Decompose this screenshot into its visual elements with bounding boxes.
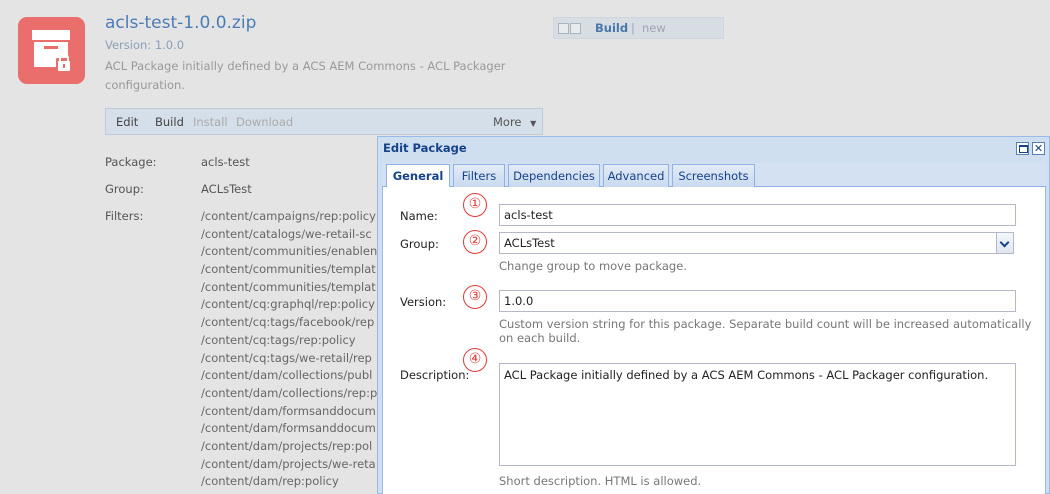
tab-advanced[interactable]: Advanced	[603, 164, 669, 187]
version-help: Custom version string for this package. …	[499, 317, 1032, 331]
tab-general[interactable]: General	[386, 164, 450, 188]
download-button[interactable]: Download	[236, 115, 293, 129]
package-label: Package:	[105, 155, 157, 169]
tab-screenshots[interactable]: Screenshots	[672, 164, 755, 187]
edit-button[interactable]: Edit	[116, 115, 138, 129]
group-value: ACLsTest	[201, 182, 252, 196]
filter-item: /content/dam/rep:policy	[201, 474, 339, 489]
name-label: Name:	[400, 209, 438, 223]
package-icon	[18, 17, 85, 84]
group-combo[interactable]	[499, 232, 997, 254]
status-square-icon	[558, 23, 569, 34]
edit-package-dialog: Edit Package ✕ General Filters Dependenc…	[377, 136, 1050, 494]
description-help: Short description. HTML is allowed.	[499, 474, 702, 488]
description-textarea[interactable]: ACL Package initially defined by a ACS A…	[499, 363, 1016, 466]
dialog-title: Edit Package	[383, 141, 467, 155]
version-label: Version:	[400, 295, 447, 309]
filter-item: /content/cq:tags/we-retail/rep	[201, 350, 372, 365]
tab-filters[interactable]: Filters	[453, 164, 505, 187]
filter-item: /content/communities/templat	[201, 279, 376, 294]
annotation-marker-1: ①	[463, 193, 487, 217]
version-help-line2: on each build.	[499, 331, 581, 345]
filter-item: /content/dam/projects/we-reta	[201, 456, 376, 471]
filter-item: /content/cq:tags/rep:policy	[201, 332, 356, 347]
group-label: Group:	[400, 237, 439, 251]
status-state: new	[642, 21, 666, 35]
status-build-label: Build	[595, 21, 629, 35]
more-label: More	[493, 115, 522, 129]
annotation-marker-3: ③	[463, 285, 487, 309]
tab-dependencies[interactable]: Dependencies	[508, 164, 600, 187]
package-version: Version: 1.0.0	[105, 38, 185, 52]
filter-item: /content/campaigns/rep:policy	[201, 209, 376, 223]
filter-item: /content/dam/collections/publ	[201, 368, 373, 383]
description-label: Description:	[400, 368, 470, 382]
build-status: Build | new	[553, 17, 724, 39]
dialog-tabs: General Filters Dependencies Advanced Sc…	[382, 163, 1046, 188]
filter-item: /content/dam/formsanddocum	[201, 421, 376, 436]
more-button[interactable]: More ▼	[493, 115, 536, 129]
install-button[interactable]: Install	[193, 115, 228, 129]
package-description: ACL Package initially defined by a ACS A…	[105, 59, 506, 92]
chevron-down-icon[interactable]	[996, 232, 1014, 254]
filter-item: /content/communities/enablen	[201, 244, 377, 259]
status-square-icon	[570, 23, 581, 34]
filter-item: /content/catalogs/we-retail-sc	[201, 226, 372, 241]
version-field[interactable]	[499, 290, 1016, 312]
package-name-link[interactable]: acls-test-1.0.0.zip	[105, 13, 256, 33]
filter-item: /content/dam/collections/rep:p	[201, 385, 377, 400]
annotation-marker-4: ④	[463, 348, 487, 372]
caret-down-icon: ▼	[530, 119, 537, 128]
filter-item: /content/dam/projects/rep:pol	[201, 438, 373, 453]
package-lock-icon	[32, 30, 72, 72]
group-label: Group:	[105, 182, 144, 196]
annotation-marker-2: ②	[463, 230, 487, 254]
filter-item: /content/cq:tags/facebook/rep	[201, 315, 375, 330]
filter-item: /content/communities/templat	[201, 262, 376, 277]
package-value: acls-test	[201, 155, 250, 169]
filters-list: /content/campaigns/rep:policy /content/c…	[201, 208, 377, 491]
close-icon[interactable]: ✕	[1032, 142, 1045, 155]
status-separator: |	[631, 21, 635, 35]
group-help: Change group to move package.	[499, 259, 687, 273]
general-form: Name: Group: Change group to move packag…	[382, 187, 1046, 494]
build-button[interactable]: Build	[155, 115, 184, 129]
filters-label: Filters:	[105, 209, 144, 223]
filter-item: /content/cq:graphql/rep:policy	[201, 297, 375, 312]
filter-item: /content/dam/formsanddocum	[201, 403, 376, 418]
package-toolbar: Edit Build Install Download More ▼	[105, 108, 543, 135]
maximize-icon[interactable]	[1016, 142, 1029, 155]
name-field[interactable]	[499, 204, 1016, 226]
